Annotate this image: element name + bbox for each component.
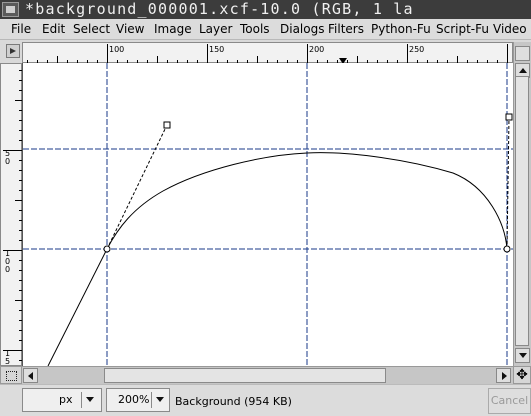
- menu-bar: File Edit Select View Image Layer Tools …: [0, 19, 531, 40]
- scroll-left-button[interactable]: [23, 368, 38, 383]
- bezier-handle[interactable]: [163, 121, 171, 129]
- menu-select[interactable]: Select: [73, 22, 110, 36]
- cancel-button[interactable]: Cancel: [488, 388, 531, 414]
- chevron-up-icon: [519, 68, 527, 73]
- image-canvas[interactable]: [22, 63, 514, 366]
- vruler-label-50: 5 0: [5, 149, 11, 166]
- chevron-down-icon: [519, 353, 527, 358]
- hruler-label-250: 250: [409, 45, 425, 54]
- menu-file[interactable]: File: [11, 22, 31, 36]
- chevron-down-icon[interactable]: [151, 392, 169, 408]
- chevron-down-icon[interactable]: [81, 392, 99, 408]
- scroll-right-button[interactable]: [496, 368, 511, 383]
- window-menu-icon[interactable]: [2, 2, 19, 17]
- status-bar: px 200% Background (954 KB) Cancel: [0, 384, 531, 416]
- unit-select[interactable]: px: [22, 388, 102, 412]
- horizontal-scrollbar[interactable]: [22, 366, 513, 384]
- hruler-label-200: 200: [309, 45, 325, 54]
- menu-video[interactable]: Video: [493, 22, 527, 36]
- path-anchor: [103, 245, 111, 253]
- menu-python-fu[interactable]: Python-Fu: [371, 22, 431, 36]
- ruler-menu-arrow-icon[interactable]: [6, 44, 20, 58]
- vertical-scroll-thumb[interactable]: [515, 76, 529, 346]
- chevron-left-icon: [28, 372, 33, 380]
- vertical-scrollbar[interactable]: [513, 42, 531, 366]
- bezier-handle[interactable]: [505, 113, 513, 121]
- canvas-drawing[interactable]: [23, 63, 514, 366]
- menu-script-fu[interactable]: Script-Fu: [436, 22, 489, 36]
- bezier-handle-line: [106, 124, 168, 250]
- hruler-label-100: 100: [109, 45, 125, 54]
- horizontal-scroll-thumb[interactable]: [104, 368, 386, 383]
- horizontal-ruler[interactable]: 100 150 200 250: [22, 42, 513, 64]
- window-title: *background_000001.xcf-10.0 (RGB, 1 la: [25, 0, 414, 18]
- menu-filters[interactable]: Filters: [328, 22, 364, 36]
- menu-image[interactable]: Image: [154, 22, 192, 36]
- title-bar: *background_000001.xcf-10.0 (RGB, 1 la: [0, 0, 531, 19]
- unit-value: px: [59, 393, 73, 406]
- menu-tools[interactable]: Tools: [240, 22, 270, 36]
- vruler-label-100: 1 0 0: [5, 249, 11, 274]
- chevron-right-icon: [502, 372, 507, 380]
- scroll-down-button[interactable]: [515, 348, 530, 363]
- menu-edit[interactable]: Edit: [42, 22, 65, 36]
- status-layer-info: Background (954 KB): [175, 395, 292, 408]
- path-segment: [47, 248, 108, 366]
- zoom-toggle-button[interactable]: [515, 46, 530, 61]
- menu-view[interactable]: View: [116, 22, 144, 36]
- path-anchor: [503, 245, 511, 253]
- quick-mask-icon[interactable]: [0, 366, 22, 384]
- navigate-cross-icon[interactable]: ✥: [513, 366, 531, 384]
- menu-layer[interactable]: Layer: [199, 22, 232, 36]
- zoom-value: 200%: [118, 393, 150, 406]
- vruler-label-150: 1 5: [5, 349, 11, 366]
- vertical-ruler[interactable]: 5 0 1 0 0 1 5: [0, 63, 23, 366]
- zoom-select[interactable]: 200%: [106, 388, 170, 412]
- menu-dialogs[interactable]: Dialogs: [280, 22, 324, 36]
- vertical-ruler-ticks: [3, 70, 23, 361]
- hruler-label-150: 150: [209, 45, 225, 54]
- horizontal-ruler-ticks: [27, 44, 508, 64]
